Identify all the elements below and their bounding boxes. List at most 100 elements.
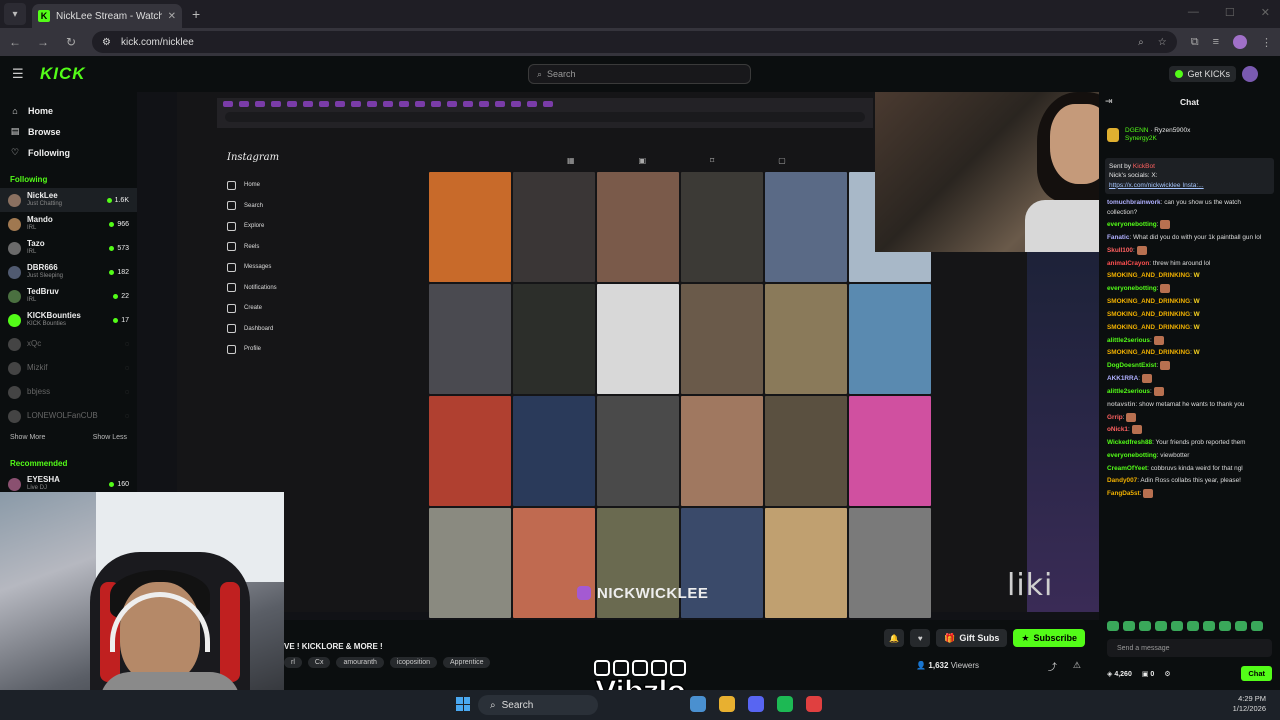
chat-username[interactable]: animalCrayon (1107, 260, 1149, 267)
following-item[interactable]: NickLee Just Chatting 1.6K (0, 188, 137, 212)
chat-username[interactable]: CreamOfYeet (1107, 465, 1147, 472)
emote-button[interactable] (1107, 621, 1119, 631)
chat-username[interactable]: everyonebotting (1107, 221, 1157, 228)
kick-logo[interactable]: KICK (40, 64, 86, 84)
extensions-icon[interactable]: ⧉ (1191, 36, 1199, 49)
count-display[interactable]: ▣ 0 (1142, 670, 1154, 678)
emote-button[interactable] (1203, 621, 1215, 631)
chat-username[interactable]: SMOKING_AND_DRINKING (1107, 272, 1190, 279)
emote-button[interactable] (1123, 621, 1135, 631)
discord-icon[interactable] (748, 696, 764, 712)
kick-search-input[interactable]: ⌕ Search (528, 64, 751, 84)
chat-username[interactable]: Skull100 (1107, 247, 1133, 254)
chat-username[interactable]: SMOKING_AND_DRINKING (1107, 311, 1190, 318)
stream-tag[interactable]: icoposition (389, 657, 437, 668)
chat-send-button[interactable]: Chat (1241, 666, 1272, 681)
chat-username[interactable]: tomuchbrainwork (1107, 199, 1161, 206)
show-more-button[interactable]: Show More (10, 434, 45, 441)
following-item[interactable]: Mando IRL 966 (0, 212, 137, 236)
chat-username[interactable]: FangDa5st (1107, 490, 1140, 497)
report-icon[interactable]: ⚠ (1073, 660, 1081, 673)
emote-button[interactable] (1139, 621, 1151, 631)
following-item[interactable]: Tazo IRL 573 (0, 236, 137, 260)
chat-username[interactable]: DogDoesntExist (1107, 362, 1156, 369)
new-tab-button[interactable]: + (192, 6, 200, 22)
zoom-icon[interactable]: ⌕ (1138, 37, 1144, 48)
app-icon[interactable] (806, 696, 822, 712)
chat-username[interactable]: SMOKING_AND_DRINKING (1107, 298, 1190, 305)
chat-username[interactable]: SMOKING_AND_DRINKING (1107, 350, 1190, 357)
user-avatar[interactable] (1242, 66, 1258, 82)
maximize-icon[interactable]: ☐ (1225, 6, 1235, 19)
chat-username[interactable]: everyonebotting (1107, 285, 1157, 292)
media-icon[interactable]: ≡ (1213, 36, 1219, 48)
menu-icon[interactable]: ⋮ (1261, 36, 1272, 49)
following-item[interactable]: DBR666 Just Sleeping 182 (0, 260, 137, 284)
follow-heart-icon[interactable]: ♥ (910, 629, 931, 647)
following-item[interactable]: LONEWOLFanCUB ◌ (0, 404, 137, 428)
chat-username[interactable]: everyonebotting (1107, 452, 1157, 459)
system-clock[interactable]: 4:29 PM 1/12/2026 (1233, 694, 1266, 714)
chat-username[interactable]: notavstin (1107, 401, 1135, 408)
tab-search-dropdown[interactable]: ▾ (4, 3, 26, 25)
nav-home[interactable]: ⌂ Home (10, 100, 127, 121)
chat-username[interactable]: alittle2serious (1107, 388, 1150, 395)
close-window-icon[interactable]: ✕ (1261, 6, 1270, 19)
chat-username[interactable]: oNick1 (1107, 427, 1128, 434)
file-explorer-icon[interactable] (719, 696, 735, 712)
chat-settings-icon[interactable]: ⚙ (1164, 670, 1170, 678)
chrome-app-icon[interactable] (690, 696, 706, 712)
emote-button[interactable] (1219, 621, 1231, 631)
url-field[interactable]: ⚙ kick.com/nicklee ⌕ ☆ (92, 31, 1177, 53)
gift-subs-button[interactable]: 🎁 Gift Subs (936, 629, 1008, 647)
site-info-icon[interactable]: ⚙ (102, 37, 111, 48)
stream-tag[interactable]: amouranth (336, 657, 384, 668)
chat-text: show metamat he wants to thank you (1138, 400, 1245, 408)
quick-emotes (1107, 621, 1263, 631)
browser-tab[interactable]: K NickLee Stream - Watch Li... ✕ (32, 4, 182, 28)
subscribe-button[interactable]: ★ Subscribe (1013, 629, 1085, 647)
chat-username[interactable]: Fanatic (1107, 234, 1129, 241)
spotify-icon[interactable] (777, 696, 793, 712)
following-item[interactable]: KICKBounties KICK Bounties 17 (0, 308, 137, 332)
forward-icon[interactable]: → (36, 35, 50, 49)
collapse-chat-icon[interactable]: ⇥ (1105, 96, 1113, 107)
minimize-icon[interactable]: — (1188, 6, 1199, 19)
nav-browse[interactable]: ▤ Browse (10, 121, 127, 142)
chat-username[interactable]: AKK1RRA (1107, 375, 1138, 382)
taskbar-search[interactable]: ⌕ Search (478, 695, 598, 715)
show-less-button[interactable]: Show Less (93, 434, 127, 441)
emote-button[interactable] (1235, 621, 1247, 631)
bookmark-star-icon[interactable]: ☆ (1158, 37, 1167, 48)
emote-button[interactable] (1171, 621, 1183, 631)
get-kicks-button[interactable]: Get KICKs (1169, 66, 1236, 82)
chat-username[interactable]: Wickedfresh88 (1107, 439, 1152, 446)
chat-message-input[interactable]: Send a message (1107, 639, 1272, 657)
reload-icon[interactable]: ↻ (64, 35, 78, 49)
following-item[interactable]: bbjess ◌ (0, 380, 137, 404)
chat-username[interactable]: Grrip (1107, 414, 1123, 421)
hamburger-menu-icon[interactable]: ☰ (12, 66, 24, 82)
emote-button[interactable] (1251, 621, 1263, 631)
stream-tag[interactable]: Apprentice (443, 657, 491, 668)
windows-start-icon[interactable] (456, 697, 470, 711)
chat-username[interactable]: alittle2serious (1107, 337, 1150, 344)
following-item[interactable]: xQc ◌ (0, 332, 137, 356)
chat-message: animalCrayon: threw him around lol (1107, 259, 1211, 267)
close-tab-icon[interactable]: ✕ (168, 11, 176, 22)
points-display[interactable]: ◈ 4,260 (1107, 670, 1132, 678)
socials-link[interactable]: https://x.com/nickwicklee Insta:... (1109, 181, 1270, 190)
profile-avatar-icon[interactable] (1233, 35, 1247, 49)
stream-tag[interactable]: rl (284, 657, 302, 668)
emote-button[interactable] (1187, 621, 1199, 631)
stream-tag[interactable]: Cx (307, 657, 331, 668)
following-item[interactable]: Mizkif ◌ (0, 356, 137, 380)
emote-button[interactable] (1155, 621, 1167, 631)
notification-bell-icon[interactable]: 🔔 (884, 629, 905, 647)
nav-following[interactable]: ♡ Following (10, 142, 127, 163)
chat-username[interactable]: Dandy007 (1107, 477, 1137, 484)
back-icon[interactable]: ← (8, 35, 22, 49)
following-item[interactable]: TedBruv IRL 22 (0, 284, 137, 308)
chat-username[interactable]: SMOKING_AND_DRINKING (1107, 324, 1190, 331)
share-icon[interactable]: ⤴ (1048, 660, 1057, 673)
